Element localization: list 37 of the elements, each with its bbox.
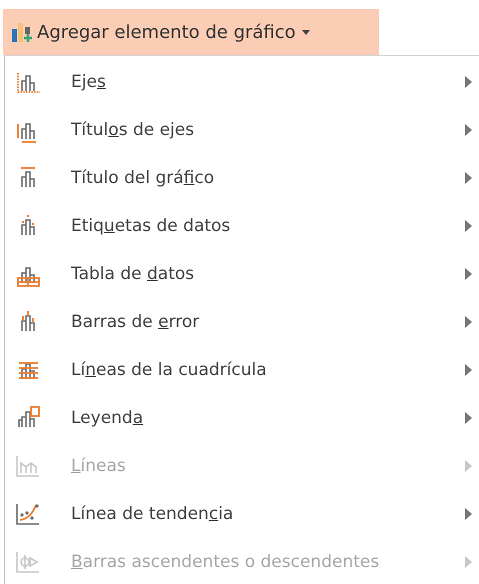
menu-item-label: Leyenda — [71, 408, 144, 428]
menu-item-label: Tabla de datos — [71, 264, 196, 284]
submenu-arrow-icon — [465, 268, 472, 280]
menu-item-label: Etiquetas de datos — [71, 216, 232, 236]
submenu-arrow-icon — [465, 316, 472, 328]
add-chart-element-button[interactable]: Agregar elemento de gráfico — [3, 9, 379, 55]
submenu-arrow-icon — [465, 412, 472, 424]
lines-chart-icon — [15, 453, 41, 479]
up-down-bars-chart-icon — [15, 549, 41, 575]
menu-item-label: Línea de tendencia — [71, 504, 234, 524]
menu-item[interactable]: Tabla de datos — [5, 250, 479, 298]
submenu-arrow-icon — [465, 172, 472, 184]
submenu-arrow-icon — [465, 556, 472, 568]
menu-item[interactable]: Líneas de la cuadrícula — [5, 346, 479, 394]
submenu-arrow-icon — [465, 76, 472, 88]
menu-item[interactable]: Ejes — [5, 58, 479, 106]
menu-item-label: Líneas de la cuadrícula — [71, 360, 268, 380]
chart-add-icon — [11, 21, 33, 43]
menu-item[interactable]: Leyenda — [5, 394, 479, 442]
submenu-arrow-icon — [465, 364, 472, 376]
menu-item-label: Ejes — [71, 72, 107, 92]
caret-icon — [302, 30, 310, 34]
submenu-arrow-icon — [465, 124, 472, 136]
menu-item-label: Barras ascendentes o descendentes — [71, 552, 380, 572]
menu-item[interactable]: Títulos de ejes — [5, 106, 479, 154]
menu-item-label: Barras de error — [71, 312, 200, 332]
trendline-chart-icon — [15, 501, 41, 527]
menu-item-label: Título del gráfico — [71, 168, 216, 188]
menu-item-label: Títulos de ejes — [71, 120, 196, 140]
submenu-arrow-icon — [465, 220, 472, 232]
menu-item[interactable]: Barras de error — [5, 298, 479, 346]
menu-item-label: Líneas — [71, 456, 127, 476]
submenu-arrow-icon — [465, 508, 472, 520]
menu-item[interactable]: Etiquetas de datos — [5, 202, 479, 250]
menu-item[interactable]: Título del gráfico — [5, 154, 479, 202]
menu-item[interactable]: Línea de tendencia — [5, 490, 479, 538]
submenu-arrow-icon — [465, 460, 472, 472]
